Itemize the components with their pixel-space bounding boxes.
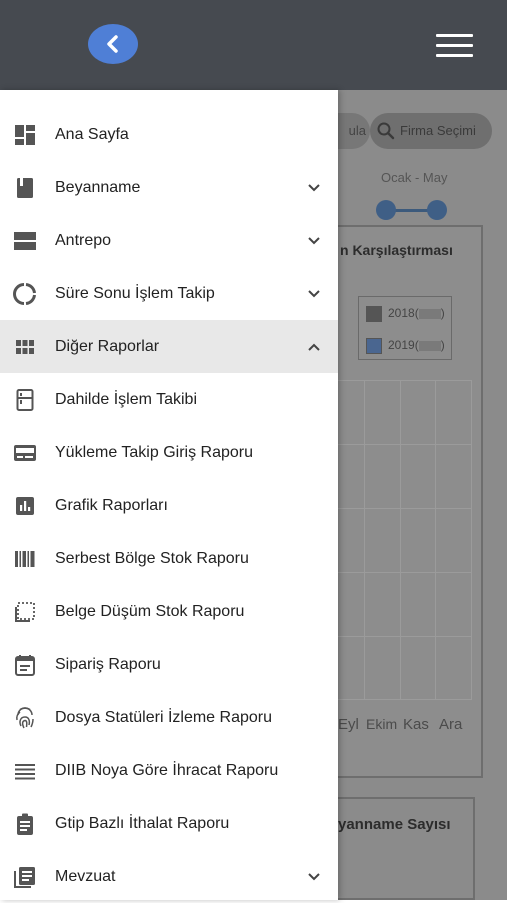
menu-label: Belge Düşüm Stok Raporu <box>55 603 245 620</box>
chart-title: n Karşılaştırması <box>340 242 453 258</box>
x-axis-label: Kas <box>403 716 429 733</box>
menu-item-dahilde-islem-takibi[interactable]: Dahilde İşlem Takibi <box>0 373 338 426</box>
legend-item-2019: 2019() <box>366 335 445 355</box>
menu-label: Antrepo <box>55 232 112 249</box>
menu-item-mevzuat[interactable]: Mevzuat <box>0 850 338 903</box>
legend-item-2018: 2018() <box>366 303 445 323</box>
menu-item-belge-dusum-stok-raporu[interactable]: Belge Düşüm Stok Raporu <box>0 585 338 638</box>
top-app-bar <box>0 0 507 90</box>
legend-swatch-2018 <box>366 305 382 322</box>
list-lines-icon <box>15 764 35 780</box>
menu-label: Yükleme Takip Giriş Raporu <box>55 444 254 461</box>
fingerprint-icon <box>16 707 34 729</box>
dashboard-icon <box>15 125 35 145</box>
document-list-icon <box>14 867 35 888</box>
x-axis-label: Ara <box>439 716 463 733</box>
firma-secimi-button: Firma Seçimi <box>370 113 492 149</box>
search-icon <box>377 122 395 140</box>
menu-item-antrepo[interactable]: Antrepo <box>0 214 338 267</box>
legend-suffix-2018: ) <box>440 306 445 320</box>
dotted-select-icon <box>15 602 35 622</box>
x-axis-label: Eyl <box>338 716 359 733</box>
menu-label: Ana Sayfa <box>55 126 129 143</box>
clipboard-icon <box>17 813 33 835</box>
grid-icon <box>16 340 34 354</box>
menu-label: Grafik Raporları <box>55 497 168 514</box>
menu-label: DIIB Noya Göre İhracat Raporu <box>55 762 279 779</box>
menu-item-diger-raporlar[interactable]: Diğer Raporlar <box>0 320 338 373</box>
card-icon <box>14 445 36 461</box>
period-slider-end-handle <box>427 200 447 220</box>
menu-label: Diğer Raporlar <box>55 338 160 355</box>
menu-item-grafik-raporlari[interactable]: Grafik Raporları <box>0 479 338 532</box>
period-slider-start-handle <box>376 200 396 220</box>
chevron-down-icon <box>308 237 320 245</box>
menu-item-diib-noya-gore-ihracat-raporu[interactable]: DIIB Noya Göre İhracat Raporu <box>0 744 338 797</box>
legend-suffix-2019: ) <box>440 338 445 352</box>
menu-label: Dahilde İşlem Takibi <box>55 391 197 408</box>
book-icon <box>17 178 33 198</box>
beyanname-count-card <box>338 797 475 900</box>
chevron-down-icon <box>308 290 320 298</box>
back-button[interactable] <box>88 24 138 64</box>
menu-label: Süre Sonu İşlem Takip <box>55 285 215 302</box>
menu-label: Beyanname <box>55 179 141 196</box>
progress-circle-icon <box>13 283 36 305</box>
beyanname-count-title: yanname Sayısı <box>338 816 451 833</box>
barcode-icon <box>15 551 35 567</box>
period-label: Ocak - May <box>381 170 448 185</box>
chevron-left-icon <box>107 35 118 53</box>
redacted-value <box>418 308 441 319</box>
chart-legend: 2018() 2019() <box>358 296 452 360</box>
legend-label-2018: 2018( <box>388 306 419 320</box>
menu-item-beyanname[interactable]: Beyanname <box>0 161 338 214</box>
menu-item-sure-sonu-islem-takip[interactable]: Süre Sonu İşlem Takip <box>0 267 338 320</box>
calendar-icon <box>15 655 35 676</box>
menu-label: Gtip Bazlı İthalat Raporu <box>55 815 230 832</box>
navigation-drawer: Ana Sayfa Beyanname Antrepo Süre Sonu İş… <box>0 90 338 900</box>
menu-item-serbest-bolge-stok-raporu[interactable]: Serbest Bölge Stok Raporu <box>0 532 338 585</box>
menu-label: Serbest Bölge Stok Raporu <box>55 550 249 567</box>
redacted-value <box>418 340 441 351</box>
chart-grid <box>338 380 472 700</box>
menu-label: Dosya Statüleri İzleme Raporu <box>55 709 272 726</box>
warehouse-icon <box>14 232 36 250</box>
menu-label: Sipariş Raporu <box>55 656 161 673</box>
fridge-icon <box>16 389 34 411</box>
menu-item-dosya-statuleri-izleme-raporu[interactable]: Dosya Statüleri İzleme Raporu <box>0 691 338 744</box>
bar-chart-icon <box>16 497 34 515</box>
menu-label: Mevzuat <box>55 868 116 885</box>
hamburger-menu-icon[interactable] <box>436 34 473 58</box>
chevron-down-icon <box>308 873 320 881</box>
chevron-up-icon <box>308 343 320 351</box>
legend-swatch-2019 <box>366 337 382 354</box>
chevron-down-icon <box>308 184 320 192</box>
firma-secimi-label: Firma Seçimi <box>400 123 476 138</box>
legend-label-2019: 2019( <box>388 338 419 352</box>
menu-item-ana-sayfa[interactable]: Ana Sayfa <box>0 108 338 161</box>
x-axis-label: Ekim <box>366 716 398 732</box>
menu-item-yukleme-takip-giris-raporu[interactable]: Yükleme Takip Giriş Raporu <box>0 426 338 479</box>
menu-item-siparis-raporu[interactable]: Sipariş Raporu <box>0 638 338 691</box>
menu-item-gtip-bazli-ithalat-raporu[interactable]: Gtip Bazlı İthalat Raporu <box>0 797 338 850</box>
